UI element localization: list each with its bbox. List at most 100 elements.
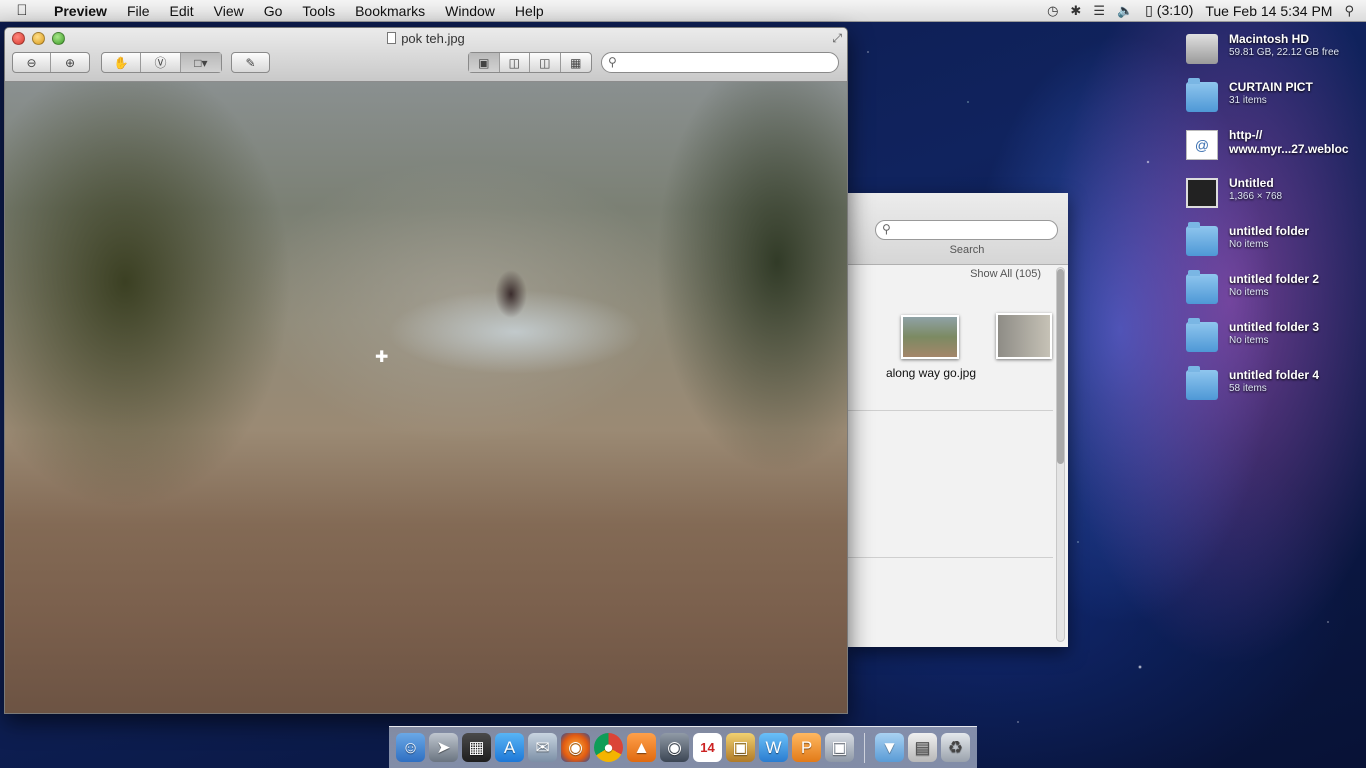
row-divider [848, 557, 1053, 558]
wifi-icon[interactable]: ☰ [1093, 3, 1105, 19]
background-search-field[interactable] [875, 220, 1058, 240]
menu-help[interactable]: Help [505, 0, 554, 22]
desktop-item-untitled-image[interactable]: Untitled 1,366 × 768 [1186, 176, 1362, 224]
trash-icon[interactable]: ♻ [941, 733, 970, 762]
facetime-icon[interactable]: ◉ [660, 733, 689, 762]
time-machine-icon[interactable]: ◷ [1047, 3, 1058, 19]
desktop-item-untitled-folder-2[interactable]: untitled folder 2 No items [1186, 270, 1362, 320]
menu-edit[interactable]: Edit [160, 0, 204, 22]
pencil-icon: ✎ [245, 55, 256, 70]
thumbnail-view-icon[interactable]: ◫ [500, 53, 530, 72]
background-window-toolbar: ⚲ Search [848, 193, 1068, 265]
calendar-day: 14 [700, 740, 715, 755]
window-title-text: pok teh.jpg [401, 31, 465, 46]
search-icon: ⚲ [608, 55, 617, 69]
app-store-icon[interactable]: A [495, 733, 524, 762]
menu-file[interactable]: File [117, 0, 160, 22]
desktop-item-info: No items [1229, 287, 1269, 298]
document-icon [387, 32, 397, 44]
annotate-button[interactable]: ✎ [231, 52, 270, 73]
photo-motorcycle-rider [488, 264, 534, 326]
photo-canvas[interactable]: ✚ [5, 82, 847, 713]
hand-tool-icon[interactable]: ✋ [102, 53, 142, 72]
folder-icon [1186, 366, 1218, 400]
menu-bookmarks[interactable]: Bookmarks [345, 0, 435, 22]
image-file-icon [1186, 178, 1218, 208]
desktop-item-untitled-folder-3[interactable]: untitled folder 3 No items [1186, 318, 1362, 368]
folder-icon [1186, 222, 1218, 256]
chrome-icon[interactable]: ● [594, 733, 623, 762]
desktop-item-name: untitled folder 4 [1229, 368, 1319, 382]
desktop-item-name: CURTAIN PICT [1229, 80, 1313, 94]
calendar-icon[interactable]: 14 [693, 733, 722, 762]
menu-app-name[interactable]: Preview [44, 0, 117, 22]
desktop-icons: Macintosh HD 59.81 GB, 22.12 GB free CURT… [1186, 32, 1362, 416]
thumbnail-label[interactable]: along way go.jpg [876, 366, 986, 380]
battery-time: (3:10) [1156, 2, 1194, 18]
photo-tree-right [607, 82, 847, 562]
desktop-item-curtain-pict[interactable]: CURTAIN PICT 31 items [1186, 78, 1362, 128]
documents-stack-icon[interactable]: ▤ [908, 733, 937, 762]
menu-go[interactable]: Go [254, 0, 293, 22]
show-all-link[interactable]: Show All (105) [970, 268, 1041, 280]
zoom-in-icon[interactable]: ⊕ [51, 53, 89, 72]
firefox-icon[interactable]: ◉ [561, 733, 590, 762]
bluetooth-icon[interactable]: ✱ [1070, 3, 1081, 19]
selection-tool-icon[interactable]: □▾ [180, 53, 221, 72]
vlc-icon[interactable]: ▲ [627, 733, 656, 762]
battery-status[interactable]: ▯ (3:10) [1145, 2, 1193, 19]
downloads-folder-icon[interactable]: ▼ [875, 733, 904, 762]
window-title: pok teh.jpg [5, 31, 847, 46]
desktop-item-untitled-folder[interactable]: untitled folder No items [1186, 222, 1362, 272]
desktop-item-name: Untitled [1229, 176, 1274, 190]
desktop-item-name: Macintosh HD [1229, 32, 1310, 46]
search-icon: ⚲ [882, 222, 891, 236]
preview-window: pok teh.jpg ⤢ ⊖ ⊕ ✋ Ⓥ □▾ ✎ ▣ ◫ ◫ ▦ ⚲ ✚ [4, 27, 848, 714]
menu-window[interactable]: Window [435, 0, 505, 22]
desktop-item-name: http-// [1229, 128, 1263, 142]
pages-app-icon[interactable]: P [792, 733, 821, 762]
single-view-icon[interactable]: ▣ [469, 53, 500, 72]
mission-control-icon[interactable]: ▦ [462, 733, 491, 762]
desktop-item-webloc[interactable]: @ http-//www.myr...27.webloc [1186, 128, 1362, 176]
view-mode-controls: ▣ ◫ ◫ ▦ [468, 52, 592, 73]
spotlight-search-icon[interactable]: ⚲ [1344, 3, 1354, 19]
image-thumbnail[interactable] [901, 315, 959, 359]
hard-drive-icon [1186, 34, 1218, 64]
iphoto-icon[interactable]: ▣ [726, 733, 755, 762]
background-finder-window[interactable]: ⚲ Search Show All (105) along way go.jpg [848, 193, 1068, 647]
row-divider [848, 410, 1053, 411]
preview-app-icon[interactable]: ▣ [825, 733, 854, 762]
folder-icon [1186, 318, 1218, 352]
search-label: Search [949, 244, 985, 256]
menu-bar:  Preview File Edit View Go Tools Bookma… [0, 0, 1366, 22]
mail-icon[interactable]: ✉ [528, 733, 557, 762]
menu-tools[interactable]: Tools [292, 0, 345, 22]
webloc-icon: @ [1186, 130, 1218, 160]
menu-view[interactable]: View [204, 0, 254, 22]
desktop-item-name: untitled folder [1229, 224, 1309, 238]
preview-toolbar: pok teh.jpg ⤢ ⊖ ⊕ ✋ Ⓥ □▾ ✎ ▣ ◫ ◫ ▦ ⚲ [5, 28, 847, 82]
preview-search-input[interactable] [601, 52, 839, 73]
zoom-controls: ⊖ ⊕ [12, 52, 90, 73]
apple-menu-icon[interactable]:  [0, 2, 44, 19]
dock-separator [864, 732, 865, 763]
launchpad-icon[interactable]: ➤ [429, 733, 458, 762]
desktop-item-info: No items [1229, 335, 1269, 346]
contact-sheet-icon[interactable]: ▦ [561, 53, 591, 72]
crosshair-cursor-icon: ✚ [375, 349, 389, 366]
scrollbar-thumb[interactable] [1057, 269, 1064, 464]
zoom-out-icon[interactable]: ⊖ [13, 53, 52, 72]
desktop-item-macintosh-hd[interactable]: Macintosh HD 59.81 GB, 22.12 GB free [1186, 32, 1362, 80]
desktop-item-untitled-folder-4[interactable]: untitled folder 4 58 items [1186, 366, 1362, 416]
menu-clock[interactable]: Tue Feb 14 5:34 PM [1205, 3, 1332, 19]
text-tool-icon[interactable]: Ⓥ [141, 53, 181, 72]
volume-icon[interactable]: 🔈 [1117, 3, 1133, 19]
desktop-item-name-line2: www.myr...27.webloc [1229, 142, 1349, 156]
desktop-item-info: 31 items [1229, 95, 1267, 106]
fullscreen-icon[interactable]: ⤢ [832, 31, 842, 46]
image-thumbnail-stack[interactable] [996, 313, 1052, 359]
word-app-icon[interactable]: W [759, 733, 788, 762]
sidebar-view-icon[interactable]: ◫ [530, 53, 561, 72]
finder-icon[interactable]: ☺ [396, 733, 425, 762]
